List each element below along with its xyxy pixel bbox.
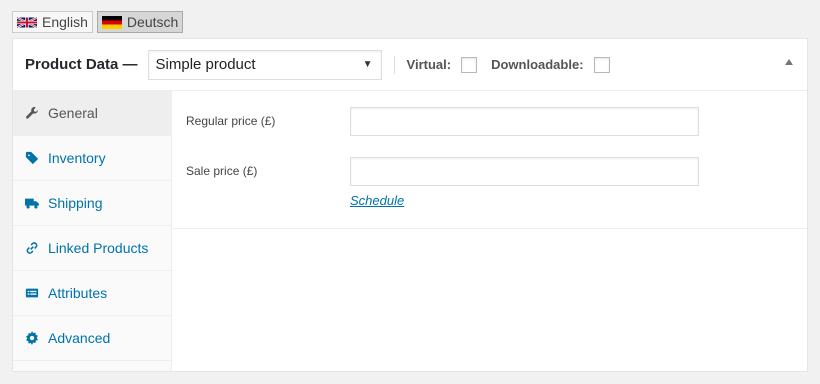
product-data-panel: Product Data — Simple product ▼ Virtual:… bbox=[12, 38, 808, 372]
gear-icon bbox=[25, 331, 39, 345]
panel-header: Product Data — Simple product ▼ Virtual:… bbox=[13, 39, 807, 91]
tag-icon bbox=[25, 151, 39, 165]
tab-general[interactable]: General bbox=[13, 91, 171, 136]
tab-label: Shipping bbox=[48, 195, 103, 211]
language-button-deutsch[interactable]: Deutsch bbox=[96, 11, 184, 33]
language-label: Deutsch bbox=[126, 14, 179, 30]
list-card-icon bbox=[25, 286, 39, 300]
wrench-icon bbox=[25, 106, 39, 120]
sale-price-input[interactable] bbox=[350, 157, 699, 186]
tab-attributes[interactable]: Attributes bbox=[13, 271, 171, 316]
product-type-value: Simple product bbox=[155, 56, 256, 73]
product-data-tabs: General Inventory Shipping Linked Produc… bbox=[13, 91, 172, 371]
virtual-label: Virtual: bbox=[406, 57, 452, 72]
schedule-link[interactable]: Schedule bbox=[350, 193, 404, 208]
tab-linked-products[interactable]: Linked Products bbox=[13, 226, 171, 271]
downloadable-checkbox[interactable] bbox=[593, 56, 610, 73]
uk-flag-icon bbox=[17, 16, 37, 28]
tab-shipping[interactable]: Shipping bbox=[13, 181, 171, 226]
tab-inventory[interactable]: Inventory bbox=[13, 136, 171, 181]
general-tab-content: Regular price (£) Sale price (£) Schedul… bbox=[172, 91, 807, 229]
german-flag-icon bbox=[101, 15, 122, 29]
tab-label: General bbox=[48, 105, 98, 121]
link-icon bbox=[25, 241, 39, 255]
language-button-english[interactable]: English bbox=[12, 11, 93, 33]
dropdown-arrow-icon: ▼ bbox=[362, 59, 373, 70]
tab-advanced[interactable]: Advanced bbox=[13, 316, 171, 361]
downloadable-label: Downloadable: bbox=[491, 57, 584, 72]
collapse-toggle-icon[interactable] bbox=[785, 59, 793, 65]
divider bbox=[393, 55, 395, 74]
virtual-checkbox[interactable] bbox=[461, 56, 478, 73]
tab-label: Attributes bbox=[48, 285, 108, 301]
truck-icon bbox=[25, 196, 39, 210]
sale-price-label: Sale price (£) bbox=[186, 164, 258, 178]
panel-title: Product Data — bbox=[25, 56, 138, 73]
product-type-select[interactable]: Simple product ▼ bbox=[147, 49, 382, 80]
tab-label: Inventory bbox=[48, 150, 106, 166]
tab-label: Linked Products bbox=[48, 240, 149, 256]
language-label: English bbox=[42, 14, 88, 30]
language-switcher: English Deutsch bbox=[12, 11, 184, 33]
regular-price-input[interactable] bbox=[350, 107, 699, 136]
regular-price-label: Regular price (£) bbox=[186, 114, 276, 128]
tab-label: Advanced bbox=[48, 330, 111, 346]
